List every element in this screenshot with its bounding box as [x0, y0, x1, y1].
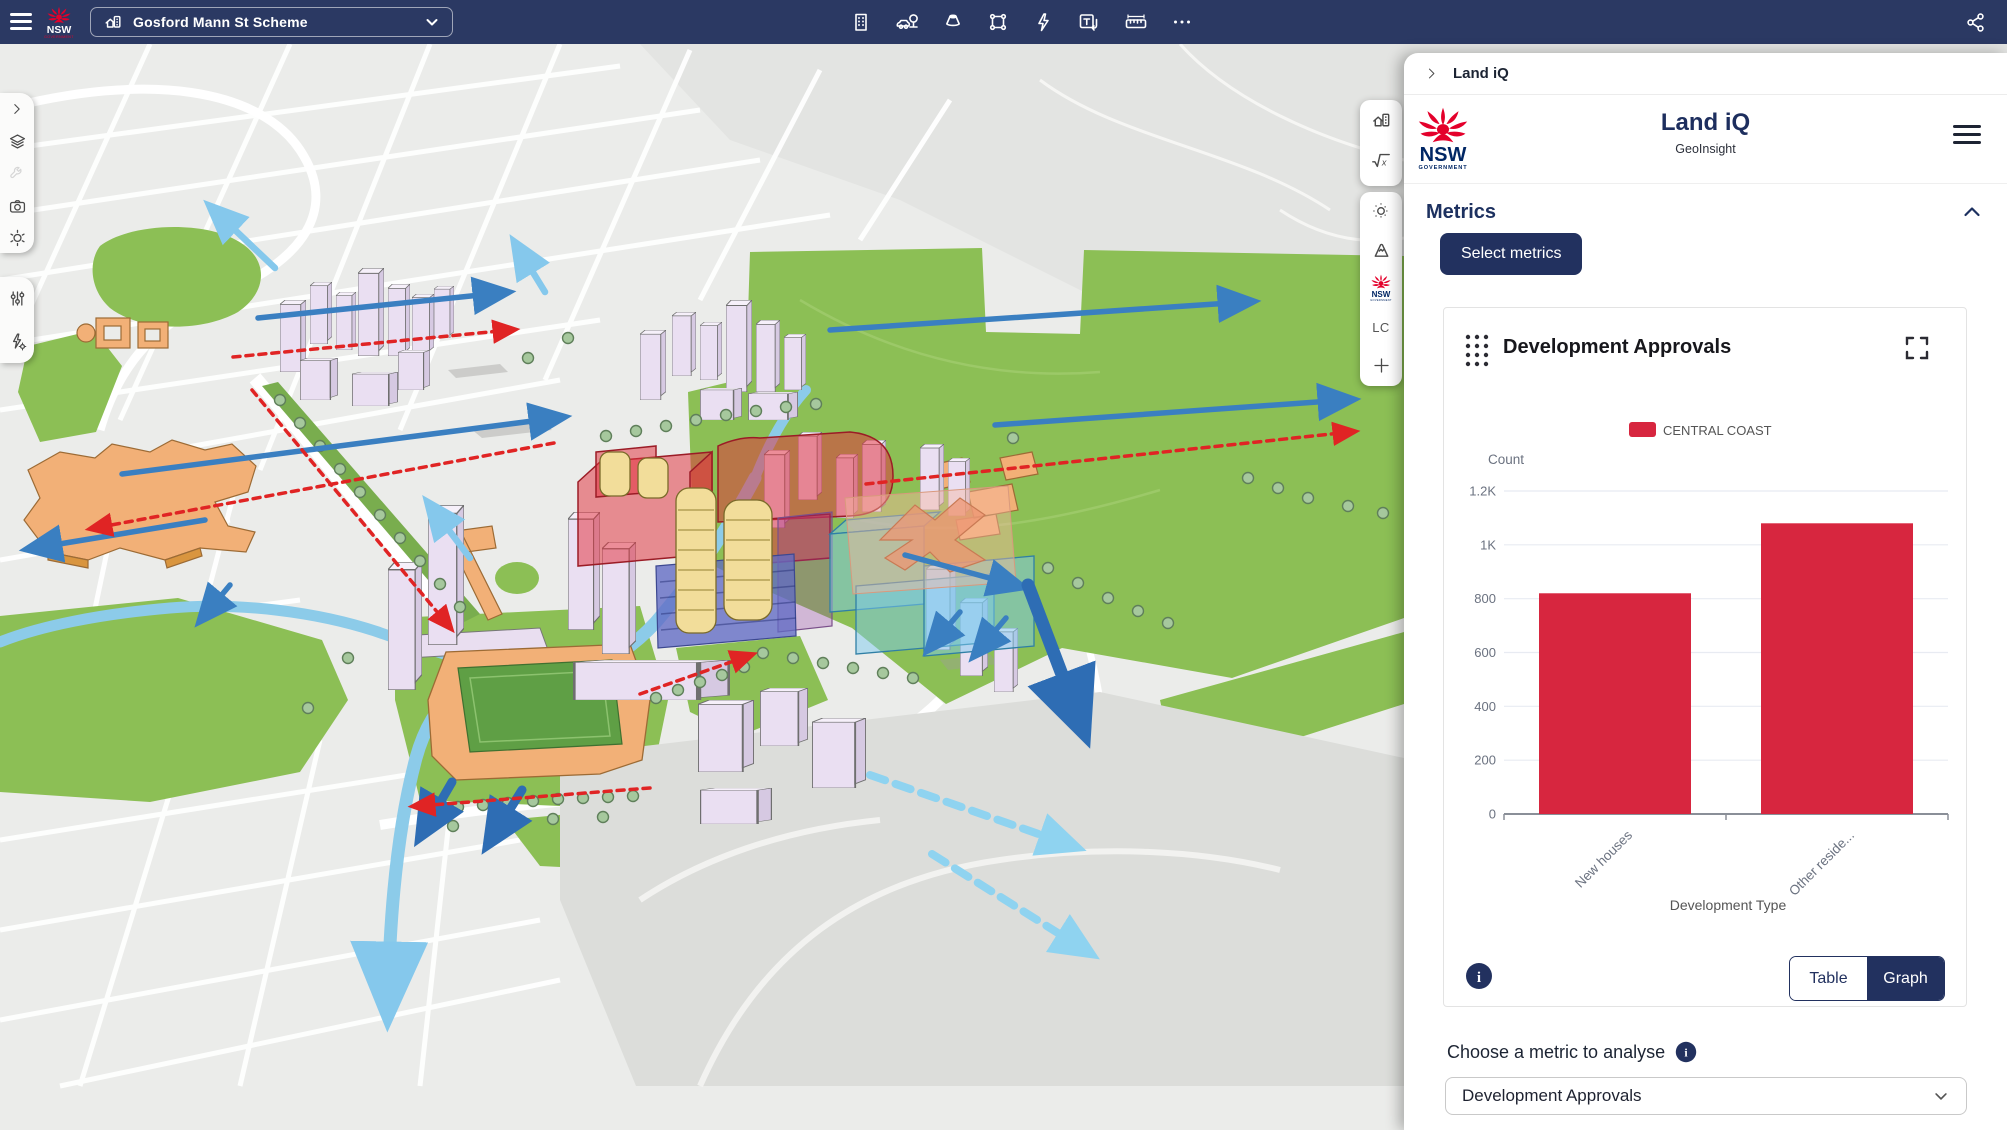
top-navigation-bar: NSW GOVERNMENT Gosford Mann St Scheme	[0, 0, 2007, 44]
fullscreen-icon[interactable]	[1904, 335, 1930, 361]
tools-icon-disabled	[8, 157, 26, 189]
chevron-right-icon	[1424, 66, 1439, 81]
drag-handle-icon[interactable]	[1463, 332, 1493, 368]
svg-text:CENTRAL COAST: CENTRAL COAST	[1663, 423, 1772, 438]
graph-tab[interactable]: Graph	[1867, 957, 1944, 1000]
terrain-icon[interactable]	[1360, 230, 1402, 268]
metric-select-dropdown[interactable]: Development Approvals	[1445, 1077, 1967, 1115]
lc-basemap-button[interactable]: LC	[1360, 308, 1402, 346]
svg-text:x: x	[1381, 157, 1387, 167]
panel-subtitle: GeoInsight	[1404, 142, 2007, 156]
metrics-section-header[interactable]: Metrics	[1404, 190, 2007, 234]
metric-select-value: Development Approvals	[1462, 1086, 1642, 1106]
svg-text:GOVERNMENT: GOVERNMENT	[44, 35, 74, 39]
svg-text:Development Type: Development Type	[1670, 897, 1787, 913]
svg-text:1.2K: 1.2K	[1469, 484, 1496, 499]
svg-text:NSW: NSW	[1372, 290, 1391, 299]
metrics-header-label: Metrics	[1426, 201, 1496, 224]
scheme-selector-value: Gosford Mann St Scheme	[133, 14, 414, 30]
svg-text:400: 400	[1474, 699, 1496, 714]
share-icon[interactable]	[1965, 11, 1987, 33]
table-tab[interactable]: Table	[1790, 957, 1867, 1000]
select-metrics-button[interactable]: Select metrics	[1440, 233, 1582, 275]
svg-text:200: 200	[1474, 753, 1496, 768]
screenshot-icon[interactable]	[8, 189, 27, 221]
text-label-icon[interactable]	[1077, 11, 1101, 33]
svg-text:Other reside...: Other reside...	[1786, 828, 1857, 899]
solid-3d-icon[interactable]	[942, 11, 964, 33]
quick-actions-icon[interactable]	[1032, 11, 1054, 33]
measure-icon[interactable]	[1124, 11, 1148, 33]
automation-icon[interactable]	[8, 320, 27, 363]
svg-text:800: 800	[1474, 591, 1496, 606]
panel-header: NSW GOVERNMENT Land iQ GeoInsight	[1404, 95, 2007, 184]
map-overlay-toolbar-bottom: NSW GOVERNMENT LC	[1360, 192, 1402, 386]
panel-menu-icon[interactable]	[1953, 125, 1981, 145]
polygon-select-icon[interactable]	[987, 11, 1009, 33]
info-icon[interactable]: i	[1465, 962, 1493, 990]
settings-icon[interactable]	[8, 221, 27, 253]
svg-text:GOVERNMENT: GOVERNMENT	[1370, 298, 1392, 302]
development-approvals-card: Development Approvals CENTRAL COAST Count…	[1443, 307, 1967, 1007]
left-toolbar-secondary	[0, 277, 34, 363]
zoom-in-icon[interactable]	[1360, 346, 1402, 384]
info-icon[interactable]: i	[1675, 1041, 1697, 1063]
chevron-up-icon	[1961, 201, 1983, 223]
nsw-logo-small: NSW GOVERNMENT	[42, 5, 76, 40]
map-tools-toolbar	[850, 0, 1193, 44]
layers-icon[interactable]	[8, 125, 27, 157]
chevron-down-icon	[424, 14, 440, 30]
svg-text:Count: Count	[1488, 452, 1524, 467]
svg-text:GOVERNMENT: GOVERNMENT	[1418, 165, 1467, 171]
building-select-icon[interactable]	[1360, 100, 1402, 140]
more-icon[interactable]	[1171, 11, 1193, 33]
landiq-panel: Land iQ NSW GOVERNMENT Land iQ GeoInsigh…	[1404, 53, 2007, 1130]
panel-collapse-header[interactable]: Land iQ	[1404, 53, 2007, 95]
buildings-icon[interactable]	[850, 11, 872, 33]
menu-icon[interactable]	[10, 13, 32, 31]
table-graph-toggle: Table Graph	[1789, 956, 1945, 1001]
formula-icon[interactable]: x	[1360, 140, 1402, 180]
bar-chart: CENTRAL COAST Count 0 200 400 600 800 1K 1.2K New…	[1444, 398, 1968, 928]
svg-text:0: 0	[1489, 807, 1496, 822]
scheme-selector[interactable]: Gosford Mann St Scheme	[90, 7, 453, 37]
chevron-down-icon	[1932, 1087, 1950, 1105]
nsw-basemap-icon[interactable]: NSW GOVERNMENT	[1360, 268, 1402, 308]
panel-title: Land iQ	[1404, 109, 2007, 137]
svg-text:i: i	[1477, 970, 1481, 986]
svg-text:New houses: New houses	[1572, 827, 1635, 890]
metric-chooser-label: Choose a metric to analyse	[1447, 1042, 1665, 1063]
brightness-icon[interactable]	[1360, 192, 1402, 230]
expand-panel-icon[interactable]	[9, 93, 25, 125]
metric-chooser-label-row: Choose a metric to analyse i	[1447, 1041, 1697, 1063]
scheme-icon	[103, 12, 123, 32]
transport-trees-icon[interactable]	[895, 11, 919, 33]
left-toolbar-main	[0, 93, 34, 253]
card-title: Development Approvals	[1503, 336, 1731, 359]
filters-icon[interactable]	[8, 277, 27, 320]
map-overlay-toolbar-top: x	[1360, 100, 1402, 186]
panel-collapse-label: Land iQ	[1453, 65, 1509, 82]
svg-text:600: 600	[1474, 645, 1496, 660]
svg-text:1K: 1K	[1480, 537, 1496, 552]
